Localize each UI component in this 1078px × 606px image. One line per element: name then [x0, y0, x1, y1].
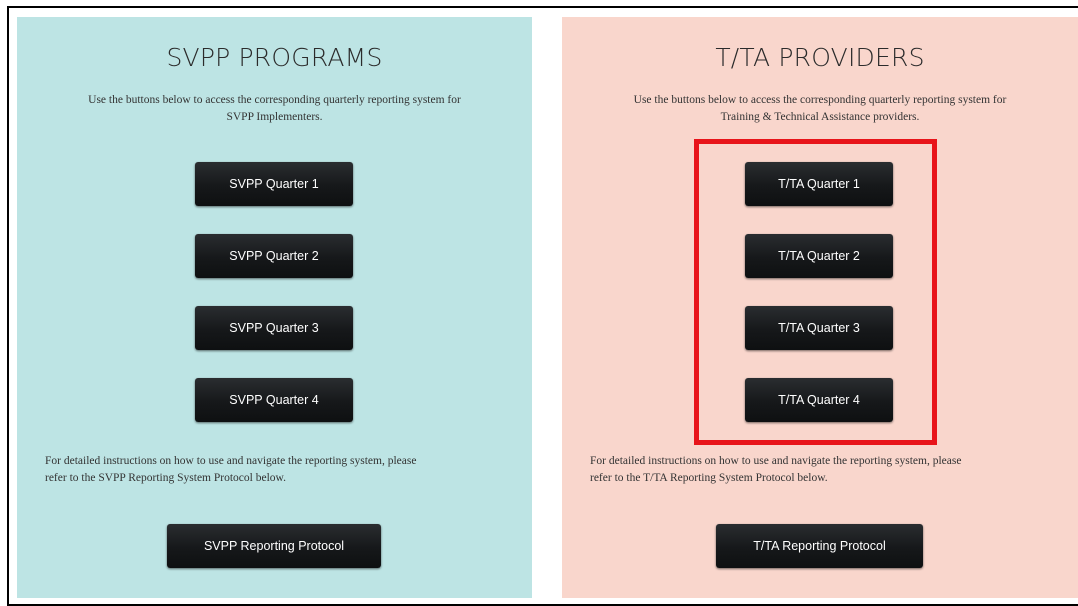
- tta-quarter-4-button[interactable]: T/TA Quarter 4: [745, 378, 893, 422]
- intro-line: Use the buttons below to access the corr…: [633, 94, 1007, 106]
- panel-title: T/TA PROVIDERS: [715, 43, 925, 72]
- svpp-quarter-2-button[interactable]: SVPP Quarter 2: [195, 234, 353, 278]
- svpp-reporting-protocol-button[interactable]: SVPP Reporting Protocol: [167, 524, 381, 568]
- tta-quarter-2-button[interactable]: T/TA Quarter 2: [745, 234, 893, 278]
- panel-instructions: For detailed instructions on how to use …: [45, 453, 492, 487]
- svpp-programs-panel: SVPP PROGRAMS Use the buttons below to a…: [17, 17, 532, 598]
- instructions-line: refer to the SVPP Reporting System Proto…: [45, 472, 286, 484]
- panel-instructions: For detailed instructions on how to use …: [590, 453, 1038, 487]
- tta-providers-panel: T/TA PROVIDERS Use the buttons below to …: [562, 17, 1078, 598]
- instructions-line: For detailed instructions on how to use …: [45, 455, 417, 467]
- panel-intro: Use the buttons below to access the corr…: [592, 92, 1048, 126]
- tta-quarter-3-button[interactable]: T/TA Quarter 3: [745, 306, 893, 350]
- panel-intro: Use the buttons below to access the corr…: [47, 92, 502, 126]
- instructions-line: refer to the T/TA Reporting System Proto…: [590, 472, 828, 484]
- intro-line: Use the buttons below to access the corr…: [88, 94, 461, 106]
- svpp-quarter-4-button[interactable]: SVPP Quarter 4: [195, 378, 353, 422]
- svpp-quarter-1-button[interactable]: SVPP Quarter 1: [195, 162, 353, 206]
- tta-reporting-protocol-button[interactable]: T/TA Reporting Protocol: [716, 524, 923, 568]
- svpp-quarter-3-button[interactable]: SVPP Quarter 3: [195, 306, 353, 350]
- instructions-line: For detailed instructions on how to use …: [590, 455, 962, 467]
- intro-line: Training & Technical Assistance provider…: [720, 111, 920, 123]
- tta-quarter-1-button[interactable]: T/TA Quarter 1: [745, 162, 893, 206]
- intro-line: SVPP Implementers.: [226, 111, 323, 123]
- panel-title: SVPP PROGRAMS: [166, 43, 383, 72]
